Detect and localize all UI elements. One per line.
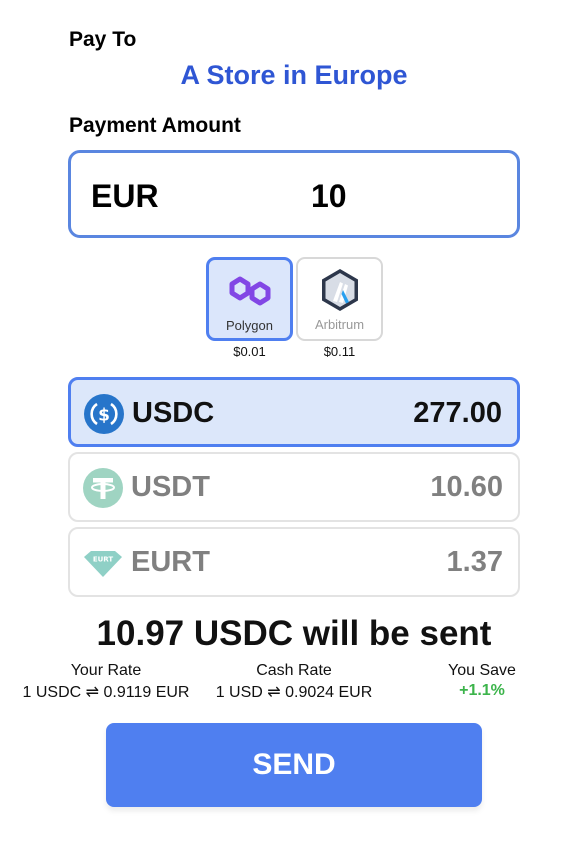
network-name: Arbitrum (314, 317, 365, 332)
token-balance: 10.60 (430, 471, 503, 503)
token-symbol: USDC (132, 397, 215, 429)
token-option-usdt[interactable]: USDT 10.60 (68, 452, 520, 522)
send-summary: 10.97 USDC will be sent (0, 614, 588, 654)
token-symbol: EURT (131, 546, 210, 578)
your-rate-label: Your Rate (70, 662, 142, 679)
cash-rate: Cash Rate 1 USD ⇌ 0.9024 EUR (208, 662, 380, 702)
merchant-name: A Store in Europe (180, 60, 408, 90)
network-fee: $0.01 (233, 344, 266, 359)
send-amount: 10.97 (96, 614, 185, 653)
token-balance: 277.00 (413, 397, 502, 429)
eurt-icon: EURT (84, 551, 122, 577)
your-rate: Your Rate 1 USDC ⇌ 0.9119 EUR (18, 662, 194, 702)
cash-rate-value: 1 USD ⇌ 0.9024 EUR (215, 684, 373, 701)
send-button[interactable]: SEND (106, 723, 482, 807)
your-rate-value: 1 USDC ⇌ 0.9119 EUR (22, 684, 190, 701)
you-save-label: You Save (448, 662, 516, 679)
payment-amount-field[interactable]: EUR 10 (68, 150, 520, 238)
you-save-value: +1.1% (459, 682, 505, 699)
token-option-eurt[interactable]: EURT EURT 1.37 (68, 527, 520, 597)
you-save: You Save +1.1% (440, 662, 524, 700)
currency-code[interactable]: EUR (91, 178, 159, 215)
network-option-polygon[interactable]: Polygon (206, 257, 293, 341)
send-summary-text: will be sent (302, 614, 492, 653)
cash-rate-label: Cash Rate (256, 662, 332, 679)
svg-text:EURT: EURT (93, 556, 114, 564)
token-symbol: USDT (131, 471, 210, 503)
polygon-icon (229, 276, 270, 306)
svg-text:$: $ (98, 406, 110, 426)
network-name: Polygon (226, 318, 273, 333)
token-balance: 1.37 (446, 546, 503, 578)
arbitrum-icon (321, 269, 358, 311)
pay-to-label: Pay To (69, 28, 137, 51)
usdc-icon: $ (84, 394, 124, 434)
amount-input[interactable]: 10 (311, 178, 347, 215)
network-fee: $0.11 (323, 344, 356, 359)
usdt-icon (83, 468, 123, 508)
token-option-usdc[interactable]: $ USDC 277.00 (68, 377, 520, 447)
payment-amount-label: Payment Amount (69, 114, 241, 137)
network-option-arbitrum[interactable]: Arbitrum (296, 257, 383, 341)
send-token: USDC (193, 614, 294, 653)
